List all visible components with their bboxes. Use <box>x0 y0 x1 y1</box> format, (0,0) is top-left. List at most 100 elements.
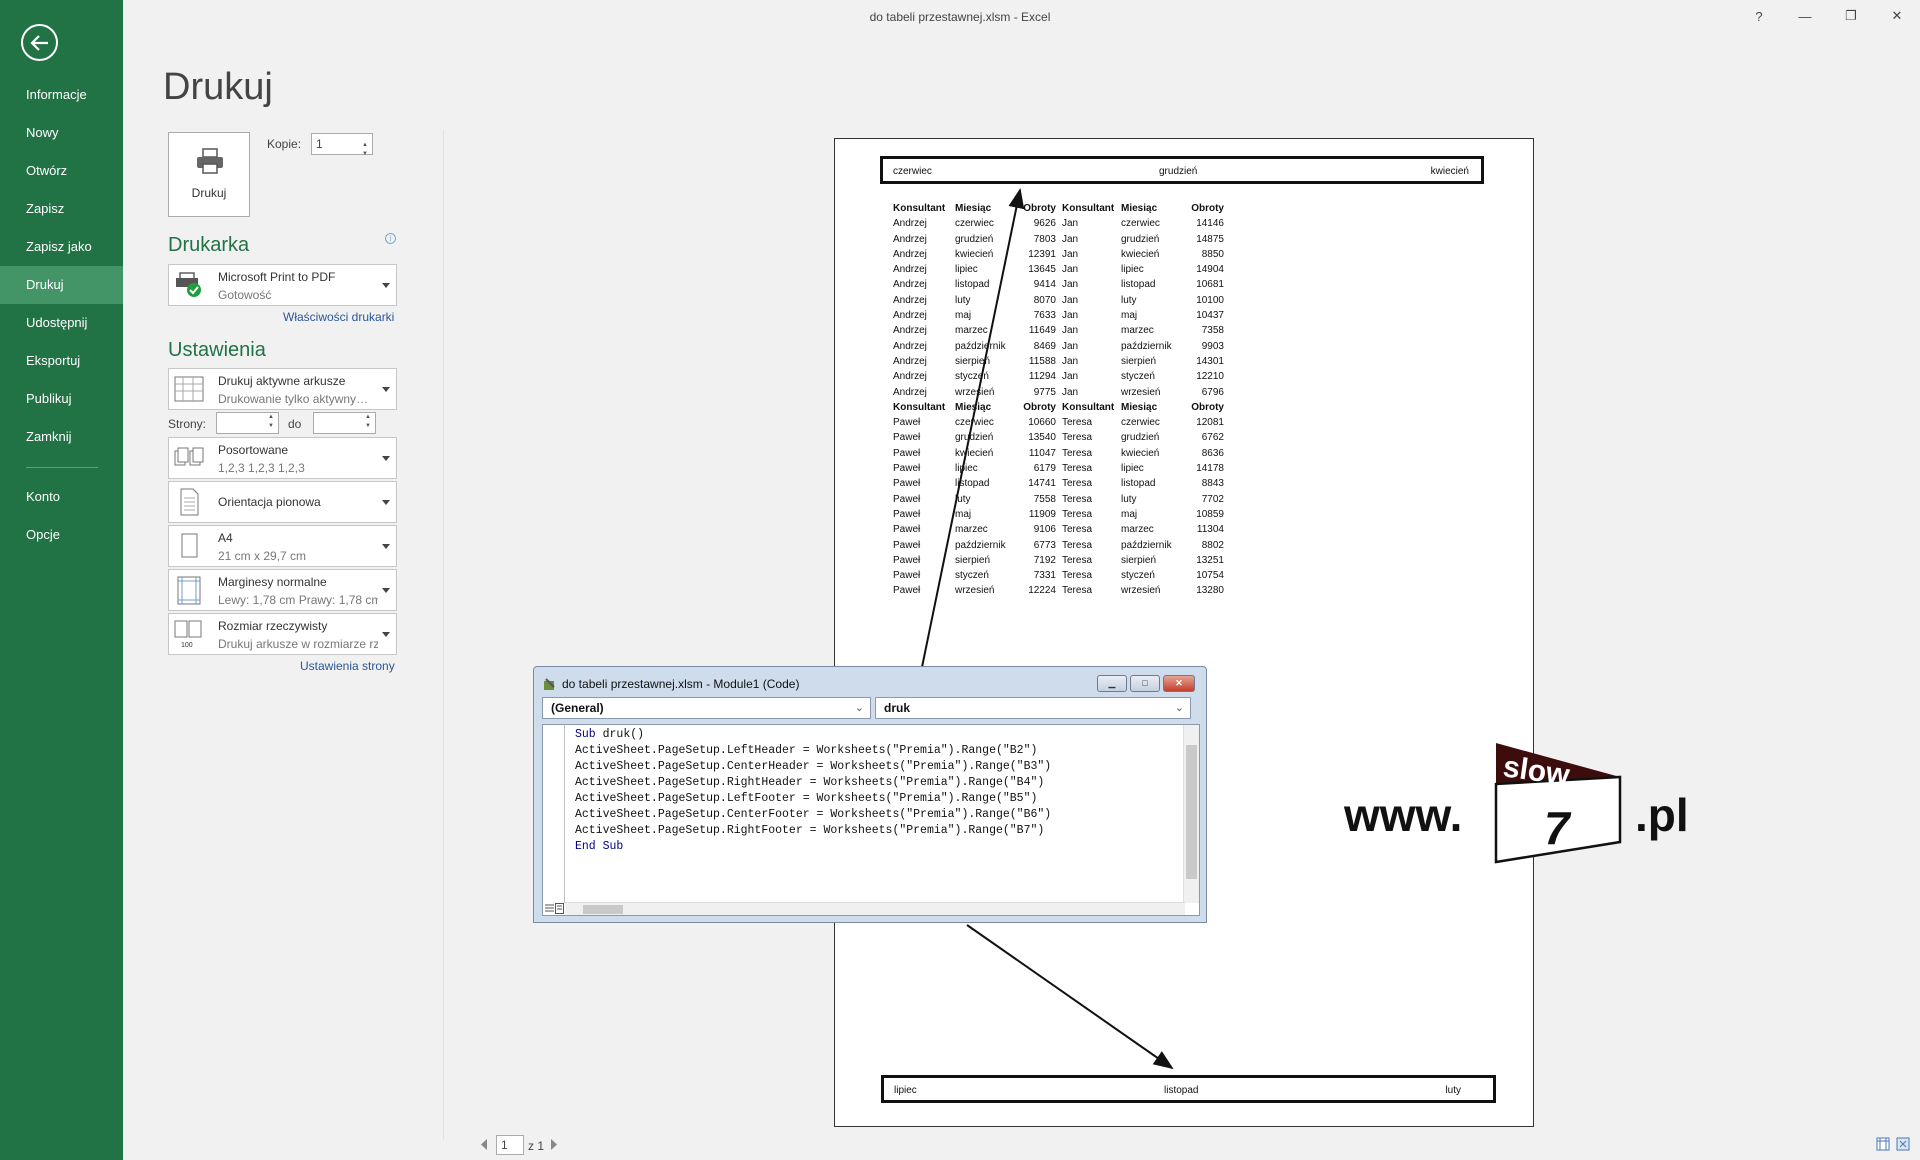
table-cell: 6796 <box>1201 386 1224 398</box>
spin-down-icon[interactable]: ▼ <box>365 423 373 429</box>
table-cell: luty <box>955 493 971 505</box>
vba-object-combo[interactable]: (General) ⌄ <box>542 697 871 719</box>
table-cell: listopad <box>1121 478 1156 490</box>
table-cell: Paweł <box>893 432 921 444</box>
code-line: End Sub <box>575 839 1051 855</box>
preview-data-table: Konsultant Miesiąc Obroty Konsultant Miesiąc… <box>893 201 1224 599</box>
table-row: Paweł listopad 14741 Teresa listopad 8843 <box>893 476 1224 491</box>
sidebar-item-udostepnij[interactable]: Udostępnij <box>0 304 123 342</box>
print-scope-title: Drukuj aktywne arkusze <box>218 374 346 388</box>
help-button[interactable]: ? <box>1736 4 1782 28</box>
procedure-view-icon[interactable] <box>545 903 554 914</box>
printer-select[interactable]: Microsoft Print to PDF Gotowość <box>168 264 397 306</box>
print-button[interactable]: Drukuj <box>168 132 250 217</box>
table-row: Paweł maj 11909 Teresa maj 10859 <box>893 507 1224 522</box>
header-right-text: kwiecień <box>1430 166 1469 177</box>
sidebar-item-informacje[interactable]: Informacje <box>0 76 123 114</box>
sidebar-item-eksportuj[interactable]: Eksportuj <box>0 342 123 380</box>
table-cell: lipiec <box>955 463 978 475</box>
vba-procedure-combo[interactable]: druk ⌄ <box>875 697 1191 719</box>
table-cell: Teresa <box>1062 432 1093 444</box>
sidebar-item-opcje[interactable]: Opcje <box>0 516 123 554</box>
collation-select[interactable]: Posortowane 1,2,3 1,2,3 1,2,3 <box>168 437 397 479</box>
table-cell: marzec <box>1121 524 1154 536</box>
sidebar-item-zamknij[interactable]: Zamknij <box>0 418 123 456</box>
vba-procedure-value: druk <box>884 701 911 715</box>
table-cell: 12391 <box>1028 248 1056 260</box>
spin-up-icon[interactable]: ▲ <box>268 414 276 420</box>
sidebar-item-otworz[interactable]: Otwórz <box>0 152 123 190</box>
code-line: ActiveSheet.PageSetup.CenterFooter = Wor… <box>575 807 1051 823</box>
close-button[interactable]: ✕ <box>1874 4 1920 28</box>
table-cell: 9903 <box>1201 340 1224 352</box>
table-cell: Jan <box>1062 264 1079 276</box>
chevron-down-icon <box>382 456 390 461</box>
scroll-thumb[interactable] <box>583 905 623 914</box>
scroll-thumb[interactable] <box>1186 745 1197 879</box>
zoom-to-page-icon[interactable] <box>1896 1137 1910 1151</box>
printer-properties-link[interactable]: Właściwości drukarki <box>283 310 394 324</box>
table-cell: Jan <box>1062 294 1079 306</box>
sidebar-item-nowy[interactable]: Nowy <box>0 114 123 152</box>
footer-right-text: luty <box>1445 1085 1461 1096</box>
spin-up-icon[interactable]: ▲ <box>365 414 373 420</box>
vba-code-text[interactable]: Sub druk() ActiveSheet.PageSetup.LeftHead… <box>575 727 1051 855</box>
sidebar-item-zapisz[interactable]: Zapisz <box>0 190 123 228</box>
next-page-icon[interactable] <box>550 1139 558 1150</box>
pages-from-input[interactable]: ▲ ▼ <box>216 412 279 434</box>
restore-button[interactable]: ❐ <box>1828 4 1874 28</box>
table-cell: sierpień <box>1121 554 1157 566</box>
table-cell: wrzesień <box>1121 386 1161 398</box>
table-cell: Jan <box>1062 386 1079 398</box>
vba-code-window[interactable]: do tabeli przestawnej.xlsm - Module1 (Co… <box>533 666 1207 923</box>
orientation-select[interactable]: Orientacja pionowa <box>168 481 397 523</box>
sidebar-item-publikuj[interactable]: Publikuj <box>0 380 123 418</box>
prev-page-icon[interactable] <box>480 1139 488 1150</box>
scaling-select[interactable]: 100 Rozmiar rzeczywisty Drukuj arkusze w… <box>168 613 397 655</box>
table-row: Andrzej czerwiec 9626 Jan czerwiec 14146 <box>893 216 1224 231</box>
page-setup-link[interactable]: Ustawienia strony <box>300 659 395 673</box>
minimize-button[interactable]: — <box>1782 4 1828 28</box>
vba-horizontal-scrollbar[interactable] <box>565 902 1185 915</box>
column-header: Obroty <box>1023 203 1056 214</box>
copies-input[interactable]: 1 ▲ ▼ <box>311 133 373 157</box>
table-cell: styczeń <box>955 570 989 582</box>
logo-flag-graphic: slow 7 <box>1494 743 1622 864</box>
table-cell: 14146 <box>1196 218 1224 230</box>
show-margins-icon[interactable] <box>1876 1137 1890 1151</box>
vba-close-button[interactable]: ✕ <box>1163 675 1195 692</box>
back-arrow-icon[interactable] <box>21 24 58 61</box>
vba-vertical-scrollbar[interactable] <box>1183 725 1199 903</box>
table-cell: październik <box>955 539 1006 551</box>
spin-down-icon[interactable]: ▼ <box>362 144 370 164</box>
table-cell: Andrzej <box>893 233 927 245</box>
table-cell: Andrzej <box>893 355 927 367</box>
full-module-view-icon[interactable] <box>555 903 564 914</box>
margins-select[interactable]: Marginesy normalne Lewy: 1,78 cm Prawy: … <box>168 569 397 611</box>
sidebar-item-konto[interactable]: Konto <box>0 478 123 516</box>
sidebar-item-drukuj[interactable]: Drukuj <box>0 266 123 304</box>
table-cell: luty <box>955 294 971 306</box>
page-number-input[interactable]: 1 <box>496 1135 524 1155</box>
vba-code-editor[interactable]: Sub druk() ActiveSheet.PageSetup.LeftHead… <box>542 724 1200 916</box>
spin-down-icon[interactable]: ▼ <box>268 423 276 429</box>
info-icon[interactable]: i <box>385 233 396 244</box>
print-scope-select[interactable]: Drukuj aktywne arkusze Drukowanie tylko … <box>168 368 397 410</box>
table-cell: maj <box>955 508 972 520</box>
table-cell: sierpień <box>955 355 991 367</box>
paper-size-select[interactable]: A4 21 cm x 29,7 cm <box>168 525 397 567</box>
printer-name: Microsoft Print to PDF <box>218 270 336 284</box>
table-row: Andrzej kwiecień 12391 Jan kwiecień 8850 <box>893 247 1224 262</box>
header-center-text: grudzień <box>1159 166 1198 177</box>
vba-maximize-button[interactable]: □ <box>1130 675 1160 692</box>
table-cell: luty <box>1121 493 1137 505</box>
table-cell: Teresa <box>1062 570 1093 582</box>
table-cell: Andrzej <box>893 294 927 306</box>
code-line: ActiveSheet.PageSetup.RightHeader = Work… <box>575 775 1051 791</box>
sidebar-item-zapisz-jako[interactable]: Zapisz jako <box>0 228 123 266</box>
vba-minimize-button[interactable]: ▁ <box>1097 675 1127 692</box>
table-cell: Andrzej <box>893 279 927 291</box>
table-cell: 9414 <box>1033 279 1056 291</box>
pages-to-input[interactable]: ▲ ▼ <box>313 412 376 434</box>
table-cell: Teresa <box>1062 478 1093 490</box>
